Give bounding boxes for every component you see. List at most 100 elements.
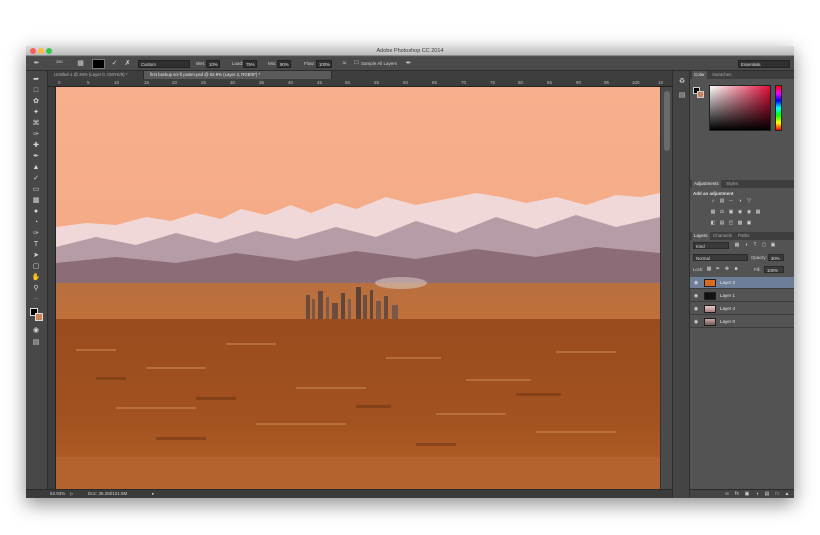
hand-tool-icon[interactable]: ✋ bbox=[31, 273, 41, 282]
dodge-tool-icon[interactable]: ◔ bbox=[31, 218, 41, 227]
selective-color-icon[interactable]: ▣ bbox=[746, 220, 752, 226]
preset-select[interactable]: Custom bbox=[138, 60, 190, 68]
filter-smart-icon[interactable]: ▣ bbox=[770, 242, 776, 248]
flow-field[interactable]: 100% bbox=[316, 60, 332, 68]
mix-field[interactable]: 90% bbox=[277, 60, 291, 68]
history-brush-tool-icon[interactable]: ✓ bbox=[31, 174, 41, 183]
share-icon[interactable]: ▷ bbox=[70, 491, 73, 497]
clone-stamp-tool-icon[interactable]: ▲ bbox=[31, 163, 41, 172]
eyedropper-tool-icon[interactable]: ✑ bbox=[31, 130, 41, 139]
add-mask-icon[interactable]: ▣ bbox=[744, 490, 750, 498]
invert-icon[interactable]: ◧ bbox=[710, 220, 716, 226]
brightness-icon[interactable]: ☼ bbox=[710, 198, 716, 204]
zoom-level[interactable]: 52.93% bbox=[50, 491, 65, 496]
pen-tool-icon[interactable]: ✑ bbox=[31, 229, 41, 238]
vertical-scrollbar[interactable] bbox=[660, 87, 672, 489]
new-adjustment-icon[interactable]: ◑ bbox=[754, 490, 760, 498]
levels-icon[interactable]: ▤ bbox=[719, 198, 725, 204]
tab-paths[interactable]: Paths bbox=[736, 232, 752, 240]
brush-size-label[interactable]: 250 bbox=[56, 57, 63, 67]
zoom-tool-icon[interactable]: ⚲ bbox=[31, 284, 41, 293]
delete-layer-icon[interactable]: ▲ bbox=[784, 490, 790, 498]
vibrance-icon[interactable]: ▽ bbox=[746, 198, 752, 204]
black-white-icon[interactable]: ▣ bbox=[728, 209, 734, 215]
workspace-select[interactable]: Essentials bbox=[738, 60, 790, 68]
new-layer-icon[interactable]: □ bbox=[774, 490, 780, 498]
gradient-tool-icon[interactable]: ▩ bbox=[31, 196, 41, 205]
status-menu-icon[interactable]: ▸ bbox=[152, 491, 154, 497]
load-brush-icon[interactable]: ✓ bbox=[110, 59, 119, 68]
mixer-brush-icon[interactable]: ✒ bbox=[32, 59, 41, 68]
kind-filter[interactable]: Kind bbox=[693, 242, 729, 249]
filter-shape-icon[interactable]: ▢ bbox=[761, 242, 767, 248]
sample-all-checkbox[interactable]: ☐ bbox=[352, 59, 361, 68]
history-panel-icon[interactable]: ♻ bbox=[677, 77, 687, 86]
curves-icon[interactable]: ∽ bbox=[728, 198, 734, 204]
layer-row[interactable]: ◉ Layer 4 bbox=[690, 303, 794, 315]
document-canvas[interactable] bbox=[56, 87, 660, 489]
quick-mask-icon[interactable]: ◉ bbox=[31, 326, 41, 335]
airbrush-icon[interactable]: ≈ bbox=[340, 59, 349, 68]
color-spectrum[interactable] bbox=[709, 85, 771, 131]
color-lookup-icon[interactable]: ▦ bbox=[755, 209, 761, 215]
lock-transparency-icon[interactable]: ▦ bbox=[706, 266, 712, 272]
layer-row[interactable]: ◉ Layer 0 bbox=[690, 316, 794, 328]
layer-row[interactable]: ◉ Layer 3 bbox=[690, 277, 794, 289]
threshold-icon[interactable]: ◰ bbox=[728, 220, 734, 226]
path-select-tool-icon[interactable]: ➤ bbox=[31, 251, 41, 260]
crop-tool-icon[interactable]: ⌘ bbox=[31, 119, 41, 128]
photo-filter-icon[interactable]: ◉ bbox=[737, 209, 743, 215]
lasso-tool-icon[interactable]: ✿ bbox=[31, 97, 41, 106]
scroll-thumb[interactable] bbox=[664, 91, 670, 151]
blur-tool-icon[interactable]: ● bbox=[31, 207, 41, 216]
lock-position-icon[interactable]: ✥ bbox=[724, 266, 730, 272]
fill-field[interactable]: 100% bbox=[764, 266, 784, 273]
edit-toolbar-icon[interactable]: ⋯ bbox=[31, 295, 41, 304]
properties-panel-icon[interactable]: ▤ bbox=[677, 91, 687, 100]
tab-untitled[interactable]: Untitled-1 @ 25% (Layer 0, CMYK/8) * bbox=[48, 71, 144, 79]
visibility-eye-icon[interactable]: ◉ bbox=[693, 306, 699, 312]
pressure-icon[interactable]: ✒ bbox=[404, 59, 413, 68]
tab-channels[interactable]: Channels bbox=[711, 232, 734, 240]
visibility-eye-icon[interactable]: ◉ bbox=[693, 280, 699, 286]
opacity-field[interactable]: 30% bbox=[768, 254, 784, 261]
lock-all-icon[interactable]: ■ bbox=[733, 266, 739, 272]
visibility-eye-icon[interactable]: ◉ bbox=[693, 293, 699, 299]
visibility-eye-icon[interactable]: ◉ bbox=[693, 319, 699, 325]
clean-brush-icon[interactable]: ✗ bbox=[123, 59, 132, 68]
tab-color[interactable]: Color bbox=[692, 71, 707, 79]
quick-select-tool-icon[interactable]: ✦ bbox=[31, 108, 41, 117]
lock-pixels-icon[interactable]: ✒ bbox=[715, 266, 721, 272]
layer-row[interactable]: ◉ Layer 1 bbox=[690, 290, 794, 302]
posterize-icon[interactable]: ▤ bbox=[719, 220, 725, 226]
layer-style-icon[interactable]: fx bbox=[734, 490, 740, 498]
gradient-map-icon[interactable]: ▩ bbox=[737, 220, 743, 226]
background-color-swatch[interactable] bbox=[35, 313, 43, 321]
filter-adjust-icon[interactable]: ◑ bbox=[743, 242, 749, 248]
color-balance-icon[interactable]: ⚖ bbox=[719, 209, 725, 215]
filter-pixel-icon[interactable]: ▦ bbox=[734, 242, 740, 248]
panel-background-swatch[interactable] bbox=[697, 91, 704, 98]
exposure-icon[interactable]: ◑ bbox=[737, 198, 743, 204]
marquee-tool-icon[interactable]: □ bbox=[31, 86, 41, 95]
filter-type-icon[interactable]: T bbox=[752, 242, 758, 248]
hue-slider[interactable] bbox=[775, 85, 782, 131]
eraser-tool-icon[interactable]: ▭ bbox=[31, 185, 41, 194]
tab-adjustments[interactable]: Adjustments bbox=[692, 180, 721, 188]
brush-panel-icon[interactable]: ▦ bbox=[76, 59, 85, 68]
tab-swatches[interactable]: Swatches bbox=[710, 71, 734, 79]
blend-mode-select[interactable]: Normal bbox=[693, 254, 748, 261]
healing-tool-icon[interactable]: ✚ bbox=[31, 141, 41, 150]
tab-styles[interactable]: Styles bbox=[724, 180, 740, 188]
brush-tool-icon[interactable]: ✒ bbox=[31, 152, 41, 161]
load-swatch[interactable] bbox=[92, 59, 105, 69]
move-tool-icon[interactable]: ➦ bbox=[31, 75, 41, 84]
tab-sci-fi-poster[interactable]: first backup sci-fi poster.psd @ 52.9% (… bbox=[144, 71, 332, 79]
channel-mixer-icon[interactable]: ◉ bbox=[746, 209, 752, 215]
screen-mode-icon[interactable]: ▤ bbox=[31, 338, 41, 347]
tab-layers[interactable]: Layers bbox=[692, 232, 710, 240]
link-layers-icon[interactable]: ∞ bbox=[724, 490, 730, 498]
shape-tool-icon[interactable]: ▢ bbox=[31, 262, 41, 271]
type-tool-icon[interactable]: T bbox=[31, 240, 41, 249]
hue-saturation-icon[interactable]: ▦ bbox=[710, 209, 716, 215]
